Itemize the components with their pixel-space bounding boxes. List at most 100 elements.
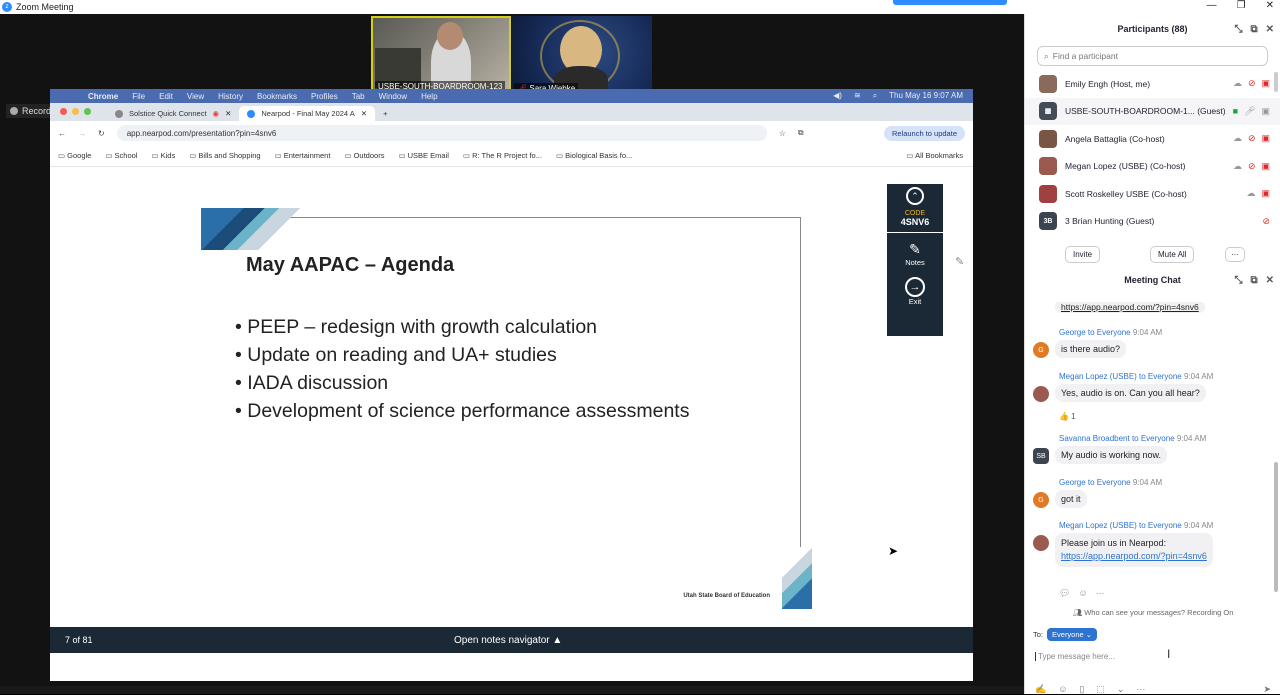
tab-close-icon: ✕ <box>360 109 368 118</box>
video-icon: ▣ <box>1261 105 1270 116</box>
star-icon: ☆ <box>778 128 786 138</box>
more-icon[interactable]: ··· <box>1136 684 1145 695</box>
popout-icon[interactable]: ⧉ <box>1250 24 1257 35</box>
message-sender: Megan Lopez (USBE) to Everyone 9:04 AM <box>1059 521 1214 530</box>
chevron-up-icon: ⌃ <box>906 187 924 205</box>
cloud-icon: ☁ <box>1232 133 1242 144</box>
close-icon[interactable]: ✕ <box>1266 0 1274 11</box>
restore-icon[interactable]: ❐ <box>1237 0 1246 11</box>
who-can-see-notice[interactable]: 👥︎ Who can see your messages? Recording … <box>1025 608 1280 617</box>
chat-message-input[interactable]: Type message here... <box>1035 652 1115 661</box>
invite-button[interactable]: Invite <box>1065 245 1101 263</box>
send-icon[interactable]: ➤ <box>1263 684 1271 695</box>
chat-scrollbar[interactable] <box>1274 462 1278 592</box>
video-off-icon: ▣ <box>1261 188 1270 199</box>
to-label: To: <box>1033 630 1044 639</box>
cloud-icon: ☁ <box>1232 78 1242 89</box>
close-panel-icon[interactable]: ✕ <box>1266 24 1274 35</box>
popout-icon[interactable]: ⧉ <box>1250 275 1257 286</box>
menu-bookmarks: Bookmarks <box>257 91 298 101</box>
slide-bullet: PEEP – redesign with growth calculation <box>235 313 689 341</box>
close-panel-icon[interactable]: ✕ <box>1266 275 1274 286</box>
code-label: CODE <box>904 210 926 217</box>
annotate-icon: ✎ <box>955 256 965 268</box>
slide-title: May AAPAC – Agenda <box>246 254 455 276</box>
message-text: is there audio? <box>1055 340 1127 358</box>
message-sender: Savanna Broadbent to Everyone 9:04 AM <box>1059 434 1207 443</box>
recording-dot-icon <box>10 107 18 115</box>
usbe-logo: Utah State Board of Education <box>683 593 770 599</box>
nearpod-controls: ⌃ CODE 4SNV6 ✎ Notes → Exit <box>887 184 943 336</box>
file-icon[interactable]: ▯ <box>1079 684 1084 695</box>
share-icon: ■ <box>1232 105 1239 116</box>
recipient-select[interactable]: Everyone ⌄ <box>1047 628 1098 641</box>
participant-actions: Invite Mute All ··· <box>1025 239 1280 269</box>
wifi-icon: ≋ <box>853 91 861 100</box>
mouse-cursor-icon: ➤ <box>888 544 899 558</box>
chevron-down-icon[interactable]: ⌄ <box>1117 684 1125 695</box>
mic-muted-icon: ⊘ <box>1247 133 1256 144</box>
emoji-icon[interactable]: ☺ <box>1058 684 1067 695</box>
message-sender: Megan Lopez (USBE) to Everyone 9:04 AM <box>1059 372 1214 381</box>
menu-chrome: Chrome <box>88 91 119 101</box>
video-tile-sara[interactable]: 🎤︎ Sara Wiebke <box>512 16 652 95</box>
notes-icon: ✎ <box>909 241 921 257</box>
participant-row[interactable]: Angela Battaglia (Co-host) ☁ ⊘ ▣ <box>1025 125 1280 153</box>
chat-header: Meeting Chat ⤡ ⧉ ✕ <box>1025 272 1280 288</box>
avatar: 3B <box>1039 212 1057 231</box>
search-icon: ⌕ <box>872 91 878 100</box>
people-icon: 👥︎ <box>1072 608 1083 617</box>
minimize-icon[interactable]: — <box>1207 0 1217 11</box>
back-icon: ← <box>58 128 66 138</box>
room-system-icon: ▦ <box>1039 102 1057 121</box>
relaunch-button: Relaunch to update <box>883 125 965 141</box>
emoji-reaction-icon[interactable]: ☺ <box>1078 588 1087 599</box>
message-link[interactable]: https://app.nearpod.com/?pin=4snv6 <box>1061 551 1207 561</box>
participant-row[interactable]: Scott Roskelley USBE (Co-host) ☁ ▣ <box>1025 180 1280 208</box>
slide-corner-graphic <box>782 537 812 609</box>
participant-row[interactable]: ▦ USBE-SOUTH-BOARDROOM-1... (Guest) ■ 🎤︎ ▣ <box>1025 97 1280 125</box>
collapse-icon[interactable]: ⤡ <box>1234 275 1242 286</box>
slide-bullet: IADA discussion <box>235 369 689 397</box>
zoom-logo-icon: z <box>2 2 12 12</box>
participant-row[interactable]: 3B 3 Brian Hunting (Guest) ⊘ <box>1025 208 1280 236</box>
participant-search-input[interactable]: ⌕ Find a participant <box>1037 46 1268 66</box>
search-placeholder: Find a participant <box>1052 51 1118 61</box>
volume-icon: ◀︎) <box>833 91 842 100</box>
participant-name: USBE-SOUTH-BOARDROOM-1... (Guest) <box>1065 106 1226 117</box>
screenshot-icon[interactable]: ⬚ <box>1096 684 1105 695</box>
menu-profiles: Profiles <box>311 91 338 101</box>
window-title: Zoom Meeting <box>16 2 74 12</box>
participant-row[interactable]: Emily Engh (Host, me) ☁ ⊘ ▣ <box>1025 70 1280 98</box>
format-icon[interactable]: ✍ <box>1035 684 1046 695</box>
view-indicator-bar[interactable] <box>893 0 1007 5</box>
exit-icon: → <box>905 277 925 297</box>
exit-label: Exit <box>908 297 922 306</box>
reply-icon[interactable]: 💬︎ <box>1059 588 1070 599</box>
nearpod-icon <box>247 109 256 118</box>
solstice-icon <box>115 109 123 118</box>
tab-solstice: Solstice Quick Connect ◉ ✕ <box>107 106 239 121</box>
avatar: SB <box>1033 448 1049 464</box>
message-link[interactable]: https://app.nearpod.com/?pin=4snv6 <box>1055 302 1205 313</box>
video-tile-boardroom[interactable]: USBE-SOUTH-BOARDROOM-123 <box>371 16 511 95</box>
more-options-button[interactable]: ··· <box>1225 246 1245 262</box>
participant-name: Scott Roskelley USBE (Co-host) <box>1065 188 1187 199</box>
more-icon[interactable]: ··· <box>1096 588 1105 599</box>
avatar <box>1033 535 1049 551</box>
participants-title: Participants (88) <box>1117 24 1188 34</box>
participant-row[interactable]: Megan Lopez (USBE) (Co-host) ☁ ⊘ ▣ <box>1025 153 1280 181</box>
mute-all-button[interactable]: Mute All <box>1150 245 1195 263</box>
bookmark-item: Outdoors <box>344 151 385 160</box>
avatar <box>1033 386 1049 402</box>
recipient-bar: To: Everyone ⌄ <box>1033 628 1098 641</box>
video-off-icon: ▣ <box>1261 133 1270 144</box>
bookmark-item: School <box>105 151 138 160</box>
reaction-badge[interactable]: 👍 1 <box>1059 412 1076 421</box>
avatar <box>1039 129 1057 148</box>
mic-muted-icon: ⊘ <box>1247 78 1256 89</box>
participants-scrollbar[interactable] <box>1274 72 1278 92</box>
bookmark-item: Bills and Shopping <box>189 151 260 160</box>
collapse-icon[interactable]: ⤡ <box>1234 24 1242 35</box>
bookmark-item: Kids <box>151 151 176 160</box>
